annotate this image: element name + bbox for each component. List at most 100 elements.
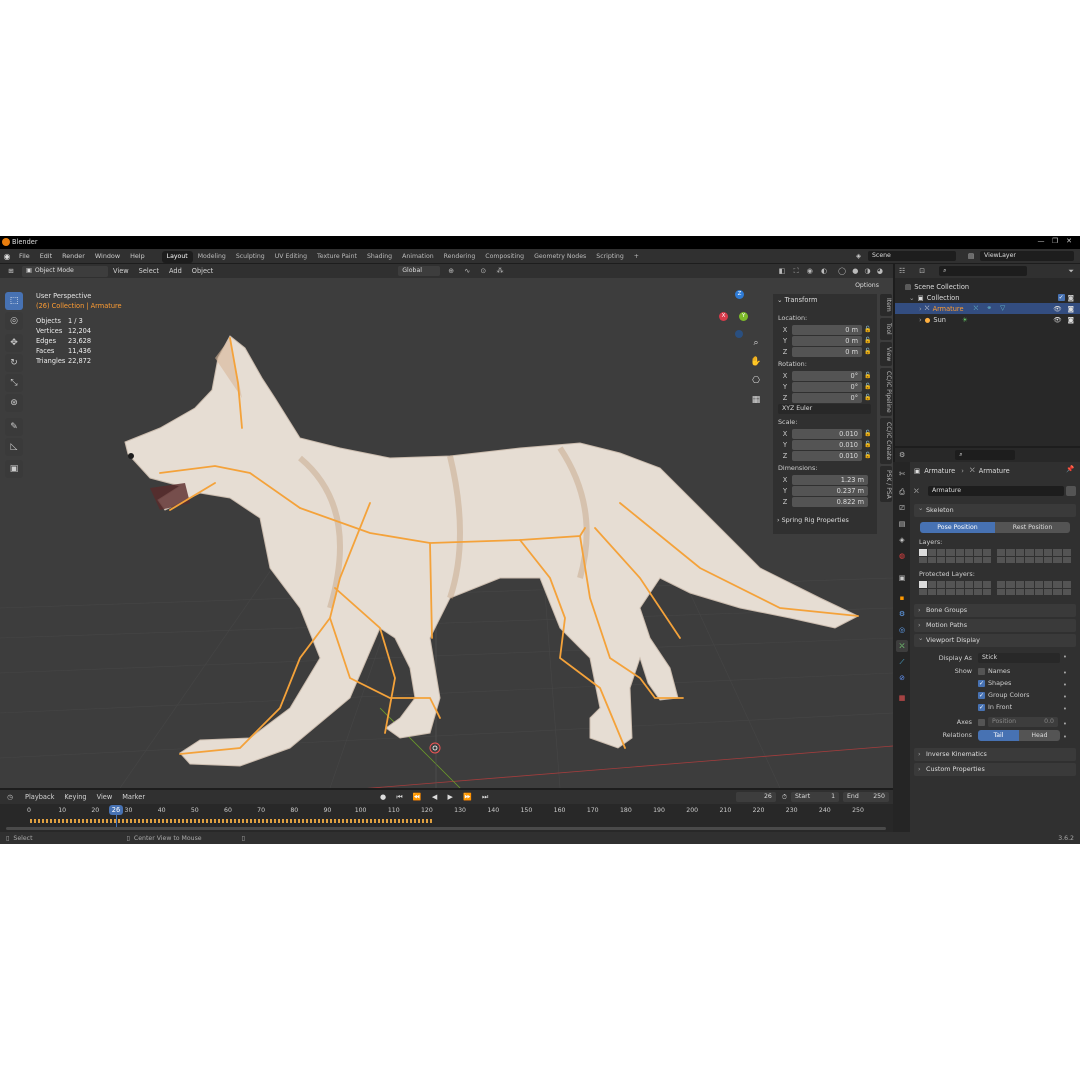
timeline-editor-icon[interactable]: ◷	[0, 793, 20, 801]
snapping-icons[interactable]: ⊕ ∿ ⊙ ⁂	[448, 267, 507, 275]
rotation-z-row[interactable]: Z 0° 🔓	[778, 392, 874, 403]
dimensions-z-row[interactable]: Z 0.822 m	[778, 496, 868, 507]
timeline-menu-keying[interactable]: Keying	[59, 793, 91, 801]
visibility-eye-icon[interactable]: 👁	[1053, 316, 1061, 324]
scale-y-field[interactable]: 0.010	[792, 439, 862, 450]
add-workspace-button[interactable]: +	[629, 251, 644, 263]
scale-z-row[interactable]: Z 0.010 🔓	[778, 450, 874, 461]
outliner-editor-icon[interactable]: ☷	[899, 267, 905, 275]
outliner-scene-collection[interactable]: ▤ Scene Collection	[895, 281, 1080, 292]
bone-tab-icon[interactable]: ⟋	[896, 656, 908, 668]
scale-tool-icon[interactable]: ⤡	[5, 374, 23, 392]
checkbox[interactable]	[978, 667, 985, 675]
keyframe-dots[interactable]: • • • •	[1063, 667, 1067, 715]
dimensions-x-field[interactable]: 1.23 m	[792, 474, 868, 485]
axes-position-field[interactable]: Position 0.0	[988, 717, 1058, 727]
protected-layers-grid-a[interactable]	[919, 581, 991, 595]
timeline-menu-view[interactable]: View	[92, 793, 118, 801]
zoom-icon[interactable]: ⌕	[749, 334, 763, 353]
location-y-field[interactable]: 0 m	[792, 335, 862, 346]
scale-x-row[interactable]: X 0.010 🔓	[778, 428, 874, 439]
minimize-button[interactable]: —	[1034, 237, 1048, 247]
rotation-mode-dropdown[interactable]: XYZ Euler	[778, 404, 871, 414]
shading-mode-buttons[interactable]: ◯ ● ◑ ◕	[838, 267, 885, 275]
menu-window[interactable]: Window	[90, 249, 125, 263]
workspace-tab-modeling[interactable]: Modeling	[193, 251, 231, 263]
texture-tab-icon[interactable]: ▦	[896, 692, 908, 704]
render-camera-icon[interactable]: ◙	[1068, 305, 1074, 313]
preview-range-icon[interactable]: ⏱	[782, 793, 787, 802]
playback-controls[interactable]: ● ⏮ ⏪ ◀ ▶ ⏩ ⏭	[380, 793, 492, 802]
gizmo-neg-z[interactable]	[735, 330, 743, 338]
location-y-row[interactable]: Y 0 m 🔓	[778, 335, 874, 346]
3d-cursor[interactable]	[429, 742, 441, 754]
workspace-tab-layout[interactable]: Layout	[161, 250, 193, 263]
workspace-tab-uv-editing[interactable]: UV Editing	[270, 251, 312, 263]
timeline-menu-marker[interactable]: Marker	[117, 793, 150, 801]
workspace-tab-shading[interactable]: Shading	[362, 251, 397, 263]
lock-icon[interactable]: 🔓	[862, 430, 874, 437]
viewport-menu-object[interactable]: Object	[187, 267, 218, 275]
rotation-x-row[interactable]: X 0° 🔓	[778, 370, 874, 381]
checkbox[interactable]: ✓	[978, 691, 985, 699]
armature-data-tab-icon[interactable]: ⛌	[896, 640, 908, 652]
show-shapes-checkbox[interactable]: ✓ Shapes	[978, 679, 1011, 687]
workspace-tab-animation[interactable]: Animation	[397, 251, 439, 263]
expand-arrow-icon[interactable]: ›	[919, 316, 922, 324]
viewport-menu-select[interactable]: Select	[134, 267, 164, 275]
relations-head-button[interactable]: Head	[1019, 730, 1060, 741]
location-z-row[interactable]: Z 0 m 🔓	[778, 346, 874, 357]
axes-checkbox[interactable]	[978, 718, 985, 726]
annotate-tool-icon[interactable]: ✎	[5, 418, 23, 436]
collection-tab-icon[interactable]: ▣	[896, 572, 908, 584]
timeline-ruler[interactable]: 0 10 20 30 40 50 60 70 80 90 100 110 120 130 140 150 160…	[0, 804, 893, 816]
show-in-front-checkbox[interactable]: ✓ In Front	[978, 703, 1012, 711]
pan-hand-icon[interactable]: ✋	[749, 353, 763, 372]
viewport-gizmo-toggles[interactable]: ◧ ⛶ ◉ ◐	[779, 267, 830, 276]
transform-panel-title[interactable]: ⌄ Transform	[777, 296, 817, 304]
add-cube-tool-icon[interactable]: ▣	[5, 460, 23, 478]
end-frame-field[interactable]: End 250	[843, 792, 889, 802]
ortho-grid-icon[interactable]: ▦	[749, 391, 763, 410]
show-names-checkbox[interactable]: Names	[978, 667, 1010, 675]
sun-data-icon[interactable]: ☀	[962, 316, 968, 324]
spring-rig-panel-header[interactable]: › Spring Rig Properties	[777, 516, 849, 524]
fake-user-icon[interactable]	[1066, 486, 1076, 496]
close-button[interactable]: ✕	[1062, 237, 1076, 247]
cursor-tool-icon[interactable]: ◎	[5, 312, 23, 330]
view-layer-selector[interactable]: ViewLayer	[980, 251, 1074, 261]
workspace-tab-sculpting[interactable]: Sculpting	[231, 251, 270, 263]
outliner-item-sun[interactable]: › ● Sun ☀ 👁 ◙	[895, 314, 1080, 325]
dimensions-y-row[interactable]: Y 0.237 m	[778, 485, 868, 496]
scale-z-field[interactable]: 0.010	[792, 450, 862, 461]
workspace-tab-scripting[interactable]: Scripting	[591, 251, 629, 263]
keyframe-dot-icon[interactable]: •	[1063, 653, 1067, 661]
pin-icon[interactable]: 📌	[1066, 465, 1074, 473]
sidebar-tab-tool[interactable]: Tool	[880, 318, 892, 340]
data-block-selector[interactable]: ⛌ Armature	[914, 486, 1076, 496]
skeleton-panel-header[interactable]: Skeleton	[914, 502, 1076, 517]
scene-selector[interactable]: Scene	[868, 251, 956, 261]
expand-arrow-icon[interactable]: ›	[919, 305, 922, 313]
scene-tab-icon[interactable]: ◈	[896, 534, 908, 546]
workspace-tab-texture-paint[interactable]: Texture Paint	[312, 251, 362, 263]
lock-icon[interactable]: 🔓	[862, 441, 874, 448]
render-camera-icon[interactable]: ◙	[1068, 316, 1074, 324]
move-tool-icon[interactable]: ✥	[5, 334, 23, 352]
navigation-gizmo[interactable]: Z Y X	[715, 290, 765, 340]
measure-tool-icon[interactable]: ◺	[5, 438, 23, 456]
workspace-tab-rendering[interactable]: Rendering	[439, 251, 481, 263]
expand-arrow-icon[interactable]: ⌄	[909, 294, 915, 302]
sidebar-tab-cc-create[interactable]: CC/iC Create	[880, 418, 892, 464]
sidebar-tab-item[interactable]: Item	[880, 294, 892, 316]
workspace-tab-geometry-nodes[interactable]: Geometry Nodes	[529, 251, 591, 263]
world-tab-icon[interactable]: ◍	[896, 550, 908, 562]
relations-tail-button[interactable]: Tail	[978, 730, 1019, 741]
menu-help[interactable]: Help	[125, 249, 150, 263]
lock-icon[interactable]: 🔓	[862, 348, 874, 355]
properties-search-input[interactable]: ⌕	[955, 450, 1016, 460]
scale-x-field[interactable]: 0.010	[792, 428, 862, 439]
lock-icon[interactable]: 🔓	[862, 326, 874, 333]
rotation-y-row[interactable]: Y 0° 🔓	[778, 381, 874, 392]
select-box-tool-icon[interactable]: ⬚	[5, 292, 23, 310]
